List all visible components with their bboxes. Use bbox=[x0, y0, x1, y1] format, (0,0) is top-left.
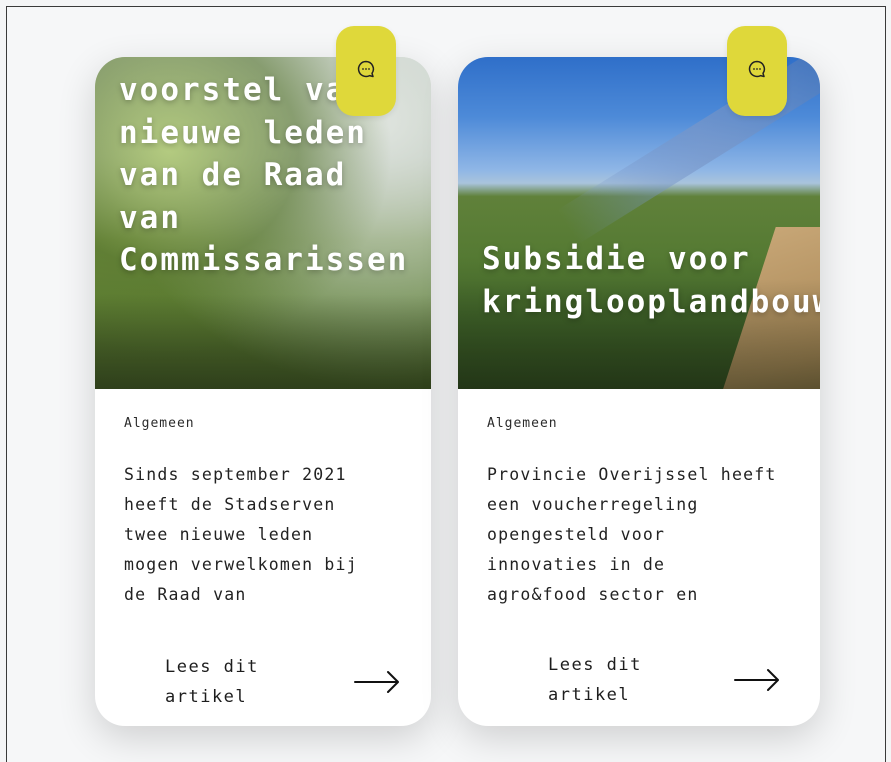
card-2-excerpt: Provincie Overijssel heeft een voucherre… bbox=[487, 465, 777, 604]
chat-bubble-icon bbox=[356, 59, 376, 83]
card-1-category: Algemeen bbox=[124, 416, 195, 431]
card-1-read-more-link[interactable]: Lees dit artikel bbox=[165, 652, 400, 712]
comment-badge-2[interactable] bbox=[727, 26, 787, 116]
arrow-right-icon bbox=[354, 670, 400, 694]
card-2-category: Algemeen bbox=[487, 416, 558, 431]
comment-badge-1[interactable] bbox=[336, 26, 396, 116]
card-1-read-more-label: Lees dit artikel bbox=[165, 657, 259, 707]
arrow-right-icon bbox=[734, 668, 780, 692]
news-card-1[interactable]: voorstel van nieuwe leden van de Raad va… bbox=[95, 57, 431, 726]
card-1-excerpt: Sinds september 2021 heeft de Stadserven… bbox=[124, 465, 358, 604]
card-2-read-more-link[interactable]: Lees dit artikel bbox=[548, 655, 780, 705]
chat-bubble-icon bbox=[747, 59, 767, 83]
card-2-title[interactable]: Subsidie voor kringlooplandbouw bbox=[482, 238, 820, 324]
news-card-2[interactable]: Subsidie voor kringlooplandbouw Algemeen… bbox=[458, 57, 820, 726]
card-2-read-more-label: Lees dit artikel bbox=[548, 655, 642, 705]
